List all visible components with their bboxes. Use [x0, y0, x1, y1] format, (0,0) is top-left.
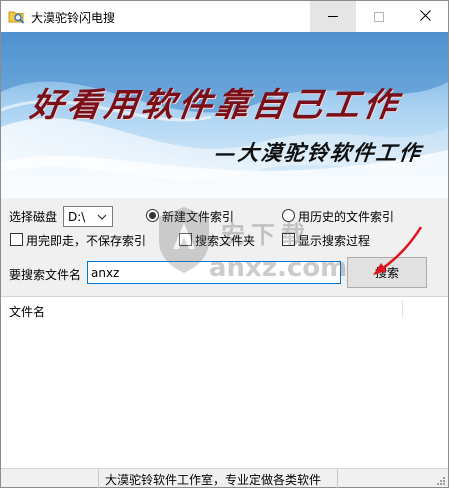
list-header: 文件名 — [1, 297, 448, 321]
title-bar[interactable]: 大漠驼铃闪电搜 — [1, 1, 448, 32]
checkbox-no-save[interactable] — [10, 233, 23, 246]
status-bar: 大漠驼铃软件工作室，专业定做各类软件 — [1, 468, 448, 488]
search-label: 要搜索文件名 — [9, 268, 82, 282]
column-header-filename[interactable]: 文件名 — [9, 303, 45, 320]
resize-grip-icon[interactable] — [436, 475, 446, 485]
drive-select[interactable]: D:\ — [63, 206, 113, 227]
checkbox-show-process[interactable] — [282, 233, 295, 246]
radio-new-index[interactable] — [146, 209, 159, 222]
banner-signature: —大漠驼铃软件工作 — [213, 140, 424, 165]
search-input[interactable] — [87, 261, 341, 284]
column-divider[interactable] — [402, 300, 403, 318]
folder-search-icon — [8, 8, 25, 25]
search-button-label: 搜索 — [374, 266, 399, 280]
radio-new-index-label[interactable]: 新建文件索引 — [162, 208, 234, 225]
close-icon — [419, 9, 431, 24]
banner-slogan: 好看用软件靠自己工作 — [27, 85, 404, 124]
banner-image: 好看用软件靠自己工作 —大漠驼铃软件工作 — [1, 32, 448, 198]
status-panel: 大漠驼铃软件工作室，专业定做各类软件 — [98, 469, 338, 488]
window-title: 大漠驼铃闪电搜 — [31, 11, 116, 25]
checkbox-no-save-label[interactable]: 用完即走，不保存索引 — [26, 232, 146, 249]
checkbox-show-process-label[interactable]: 显示搜索过程 — [298, 232, 370, 249]
drive-select-value: D:\ — [68, 210, 86, 224]
close-button[interactable] — [402, 1, 448, 32]
result-list[interactable]: 文件名 — [1, 296, 448, 468]
drive-label: 选择磁盘 — [9, 210, 58, 224]
app-window: 大漠驼铃闪电搜 好看用软件靠自己工作 —大漠驼铃软件工作 选择磁盘 D:\ 新建… — [0, 0, 449, 488]
minimize-icon — [328, 16, 338, 17]
radio-history-index[interactable] — [282, 209, 295, 222]
status-text: 大漠驼铃软件工作室，专业定做各类软件 — [105, 473, 322, 487]
search-button[interactable]: 搜索 — [347, 257, 427, 288]
radio-history-index-label[interactable]: 用历史的文件索引 — [298, 208, 394, 225]
checkbox-search-folder[interactable] — [179, 233, 192, 246]
maximize-button[interactable] — [356, 1, 402, 32]
chevron-down-icon — [95, 209, 109, 224]
maximize-icon — [374, 11, 384, 22]
minimize-button[interactable] — [310, 1, 356, 32]
checkbox-search-folder-label[interactable]: 搜索文件夹 — [195, 232, 255, 249]
